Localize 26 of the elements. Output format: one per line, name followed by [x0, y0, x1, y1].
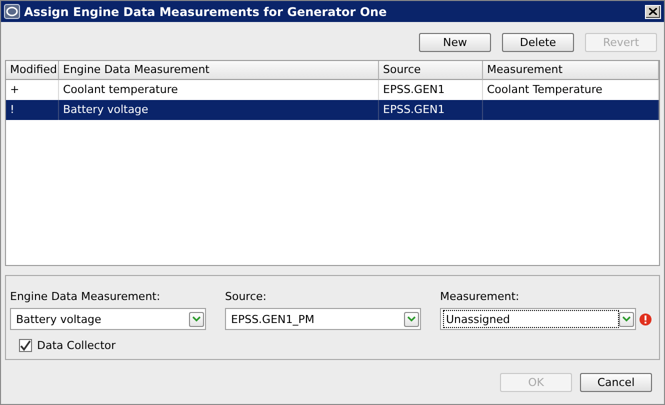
column-header[interactable]: Measurement	[483, 61, 659, 80]
window-title: Assign Engine Data Measurements for Generator One	[24, 4, 388, 18]
table-cell: EPSS.GEN1	[379, 100, 483, 120]
dialog-button[interactable]: Cancel	[580, 373, 652, 392]
table-cell: !	[6, 100, 59, 120]
close-icon	[649, 8, 657, 15]
chevron-down-icon	[407, 316, 416, 322]
checkbox-label: Data Collector	[37, 339, 116, 352]
checkbox[interactable]	[19, 339, 32, 352]
field-label: Source:	[225, 290, 268, 303]
error-icon	[639, 312, 652, 326]
app-icon	[4, 4, 20, 19]
field-label: Engine Data Measurement:	[10, 290, 162, 303]
column-header[interactable]: Source	[379, 61, 483, 80]
dropdown-field[interactable]: EPSS.GEN1_PM	[225, 308, 421, 330]
column-header[interactable]: Engine Data Measurement	[59, 61, 379, 80]
field-label: Measurement:	[440, 290, 520, 303]
chevron-down-icon	[192, 316, 201, 322]
dropdown-field[interactable]: Battery voltage	[10, 308, 206, 330]
column-header[interactable]: Modified	[6, 61, 59, 80]
table-cell: Battery voltage	[59, 100, 379, 120]
chevron-down-icon	[622, 316, 631, 322]
close-button[interactable]	[645, 4, 661, 18]
toolbar-button[interactable]: New	[419, 33, 491, 52]
toolbar-button[interactable]: Delete	[502, 33, 574, 52]
dropdown-field[interactable]: Unassigned	[440, 308, 636, 330]
